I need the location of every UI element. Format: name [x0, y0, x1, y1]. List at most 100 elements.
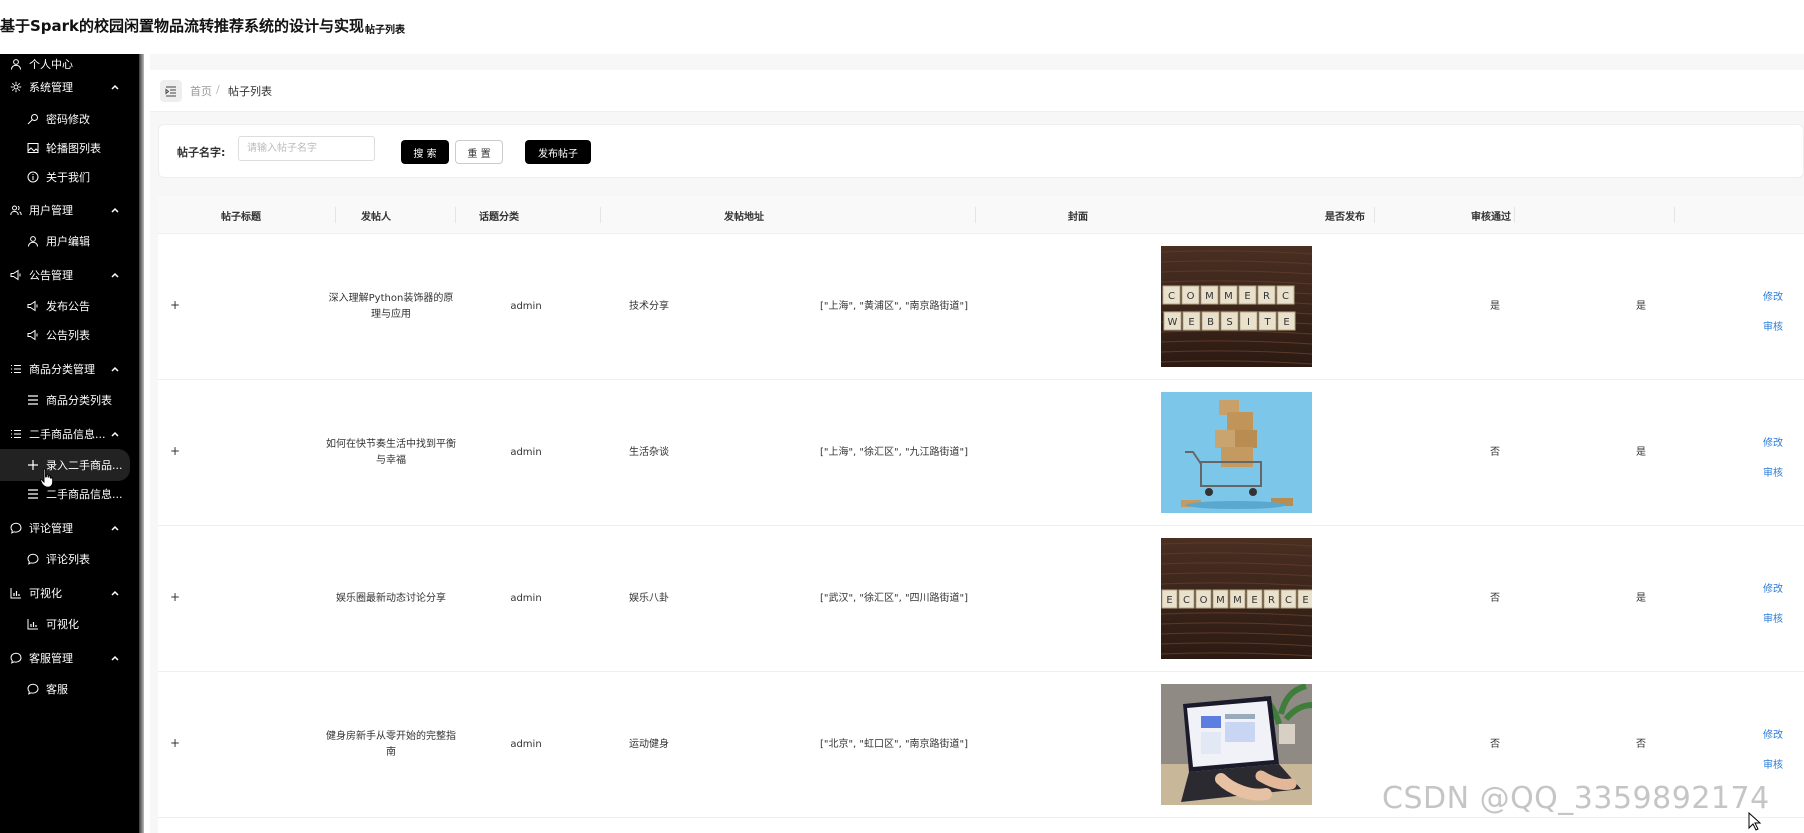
sidebar-item-18[interactable]: 可视化 — [0, 608, 139, 640]
cell-topic: 娱乐八卦 — [629, 592, 669, 604]
cell-title: 娱乐圈最新动态讨论分享 — [336, 592, 446, 604]
edit-link[interactable]: 修改 — [1763, 580, 1783, 595]
sidebar-item-label: 评论管理 — [29, 522, 73, 535]
svg-text:C: C — [1285, 595, 1292, 606]
publish-post-button[interactable]: 发布帖子 — [525, 140, 591, 164]
sidebar-item-6[interactable]: 用户编辑 — [0, 225, 139, 257]
edit-link[interactable]: 修改 — [1763, 726, 1783, 741]
cover-image — [1161, 392, 1312, 513]
watermark: CSDN @QQ_3359892174 — [1382, 781, 1770, 816]
review-link[interactable]: 审核 — [1763, 464, 1783, 479]
sidebar-item-label: 发布公告 — [46, 300, 90, 313]
svg-text:O: O — [1200, 595, 1208, 606]
column-header: 发帖地址 — [724, 211, 764, 223]
svg-text:T: T — [1263, 317, 1271, 328]
svg-text:S: S — [1226, 317, 1232, 328]
column-header: 是否发布 — [1325, 211, 1365, 223]
column-header: 发帖人 — [361, 211, 391, 223]
sidebar-item-8[interactable]: 发布公告 — [0, 290, 139, 322]
sidebar-item-3[interactable]: 轮播图列表 — [0, 132, 139, 164]
sidebar-item-1[interactable]: 系统管理 — [0, 71, 139, 103]
cell-author: admin — [510, 738, 542, 750]
cell-approved: 是 — [1636, 446, 1646, 458]
cell-address: ["北京", "虹口区", "南京路街道"] — [819, 738, 969, 750]
search-label: 帖子名字: — [177, 146, 226, 159]
gear-icon — [9, 80, 23, 94]
edit-link[interactable]: 修改 — [1763, 288, 1783, 303]
sidebar-scrollbar[interactable] — [139, 54, 144, 833]
search-button[interactable]: 搜 索 — [401, 140, 449, 164]
sidebar-item-label: 轮播图列表 — [46, 142, 101, 155]
cover-image — [1161, 684, 1312, 805]
cell-address: ["上海", "徐汇区", "九江路街道"] — [819, 446, 969, 458]
svg-text:I: I — [1247, 317, 1250, 328]
expand-row-button[interactable]: + — [168, 298, 182, 312]
reset-button[interactable]: 重 置 — [455, 140, 503, 164]
sidebar-item-9[interactable]: 公告列表 — [0, 319, 139, 351]
breadcrumb-home[interactable]: 首页 — [190, 83, 212, 99]
top-header: 基于Spark的校园闲置物品流转推荐系统的设计与实现 帖子列表 — [0, 0, 1804, 52]
cell-topic: 运动健身 — [629, 738, 669, 750]
sidebar-item-12[interactable]: 二手商品信息... — [0, 418, 139, 450]
breadcrumb-separator: / — [216, 83, 220, 96]
sidebar-item-7[interactable]: 公告管理 — [0, 259, 139, 291]
sidebar-item-label: 系统管理 — [29, 81, 73, 94]
review-link[interactable]: 审核 — [1763, 318, 1783, 333]
breadcrumb-current: 帖子列表 — [228, 85, 272, 98]
review-link[interactable]: 审核 — [1763, 610, 1783, 625]
sidebar-item-label: 评论列表 — [46, 553, 90, 566]
sidebar-item-15[interactable]: 评论管理 — [0, 512, 139, 544]
cell-published: 否 — [1490, 592, 1500, 604]
sidebar-item-label: 公告列表 — [46, 329, 90, 342]
sidebar-item-19[interactable]: 客服管理 — [0, 642, 139, 674]
sidebar-item-17[interactable]: 可视化 — [0, 577, 139, 609]
breadcrumb-bar: 首页 / 帖子列表 — [150, 70, 1804, 112]
sidebar-item-16[interactable]: 评论列表 — [0, 543, 139, 575]
cell-author: admin — [510, 446, 542, 458]
edit-link[interactable]: 修改 — [1763, 434, 1783, 449]
list-icon — [9, 362, 23, 376]
list-icon — [9, 427, 23, 441]
chevron-up-icon — [111, 272, 119, 278]
sidebar-item-10[interactable]: 商品分类管理 — [0, 353, 139, 385]
svg-text:E: E — [1283, 317, 1289, 328]
cell-title: 如何在快节奏生活中找到平衡与幸福 — [326, 438, 456, 466]
svg-text:E: E — [1166, 595, 1172, 606]
sidebar-item-label: 密码修改 — [46, 113, 90, 126]
table-row: + 娱乐圈最新动态讨论分享 admin 娱乐八卦 ["武汉", "徐汇区", "四川路街… — [158, 526, 1804, 672]
sidebar-item-label: 客服 — [46, 683, 68, 696]
sidebar-item-label: 个人中心 — [29, 58, 73, 71]
collapse-menu-button[interactable] — [160, 80, 182, 102]
sidebar-item-label: 二手商品信息... — [46, 488, 123, 501]
sidebar-item-5[interactable]: 用户管理 — [0, 194, 139, 226]
indent-icon — [165, 86, 176, 97]
chevron-up-icon — [111, 525, 119, 531]
chat-icon — [9, 521, 23, 535]
plus-icon — [26, 458, 40, 472]
svg-text:C: C — [1168, 291, 1175, 302]
cell-topic: 生活杂谈 — [629, 446, 669, 458]
chevron-up-icon — [111, 366, 119, 372]
sidebar-item-13[interactable]: 录入二手商品... — [0, 449, 130, 481]
sidebar-item-label: 关于我们 — [46, 171, 90, 184]
cell-topic: 技术分享 — [629, 300, 669, 312]
expand-row-button[interactable]: + — [168, 444, 182, 458]
chat-icon — [26, 682, 40, 696]
info-icon — [26, 170, 40, 184]
column-header: 封面 — [1068, 211, 1088, 223]
column-header: 话题分类 — [479, 211, 519, 223]
sidebar-item-2[interactable]: 密码修改 — [0, 103, 139, 135]
main-content: 首页 / 帖子列表 帖子名字: 搜 索 重 置 发布帖子 帖子标题发帖人话题分类… — [150, 54, 1804, 833]
sidebar-item-20[interactable]: 客服 — [0, 673, 139, 705]
svg-text:O: O — [1187, 291, 1195, 302]
chat-icon — [26, 552, 40, 566]
expand-row-button[interactable]: + — [168, 736, 182, 750]
search-input[interactable] — [238, 136, 375, 161]
svg-text:E: E — [1244, 291, 1250, 302]
expand-row-button[interactable]: + — [168, 590, 182, 604]
sidebar-item-4[interactable]: 关于我们 — [0, 161, 139, 193]
sidebar-item-11[interactable]: 商品分类列表 — [0, 384, 139, 416]
review-link[interactable]: 审核 — [1763, 756, 1783, 771]
sidebar-item-14[interactable]: 二手商品信息... — [0, 478, 139, 510]
svg-text:R: R — [1263, 291, 1270, 302]
